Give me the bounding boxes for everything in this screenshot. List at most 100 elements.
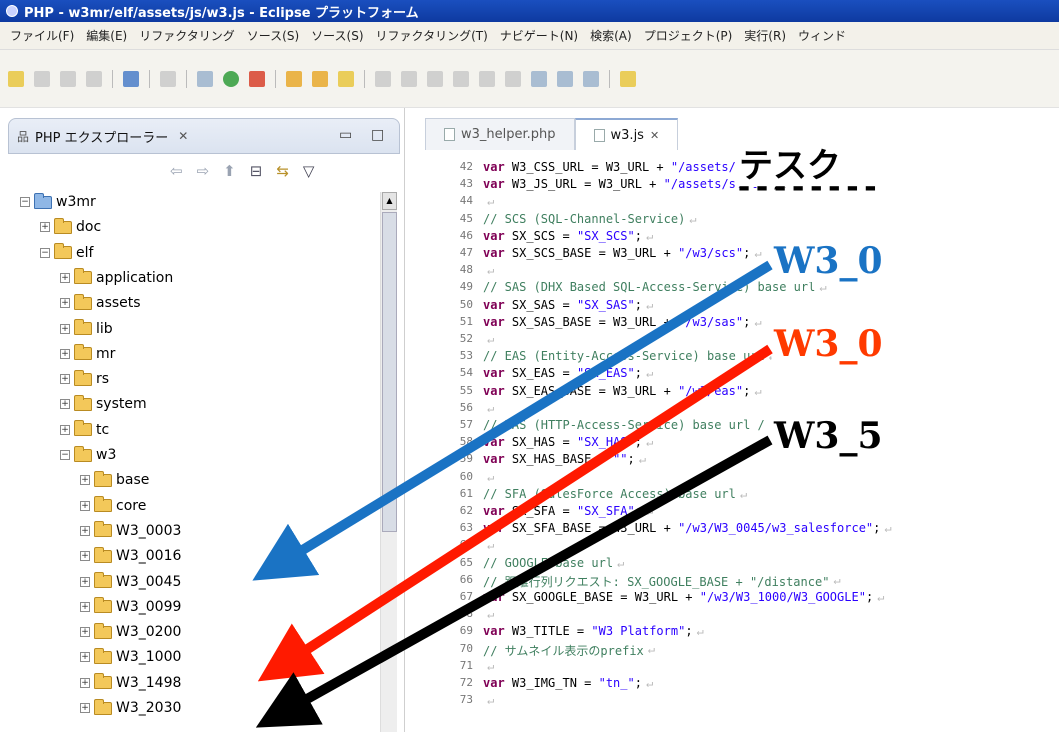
menu-item[interactable]: ソース(S) (241, 27, 305, 44)
pencil-icon[interactable] (453, 70, 469, 87)
menu-item[interactable]: リファクタリング (133, 27, 241, 44)
link-editor-icon[interactable]: ⇆ (276, 162, 289, 180)
tree-item[interactable]: + application (60, 268, 173, 288)
expand-toggle-icon[interactable]: + (80, 627, 90, 638)
expand-toggle-icon[interactable]: − (60, 450, 70, 460)
tree-item[interactable]: + core (80, 496, 146, 516)
expand-toggle-icon[interactable]: + (80, 525, 90, 536)
menu-item[interactable]: 実行(R) (738, 27, 792, 44)
tree-item[interactable]: + W3_0200 (80, 622, 181, 642)
wand-icon[interactable] (338, 70, 354, 87)
tree-item[interactable]: − w3 (60, 445, 116, 465)
tree-item-label: w3 (96, 447, 117, 463)
last-edit-icon[interactable] (531, 70, 547, 87)
tree-item[interactable]: + W3_1000 (80, 647, 181, 667)
new-icon[interactable] (8, 70, 24, 87)
expand-toggle-icon[interactable]: + (80, 500, 90, 511)
toggle-view-icon[interactable] (375, 70, 391, 87)
forward-arrow-icon[interactable]: ⇨ (197, 162, 210, 180)
expand-toggle-icon[interactable]: − (20, 197, 30, 207)
expand-toggle-icon[interactable]: + (80, 551, 90, 562)
view-menu-icon[interactable]: ▽ (303, 162, 315, 180)
minimize-icon[interactable]: ▭ (339, 127, 352, 143)
line-number: 73 (459, 693, 473, 707)
save-icon[interactable] (34, 70, 50, 87)
expand-toggle-icon[interactable]: + (60, 399, 70, 410)
php-explorer-tab[interactable]: 品 PHP エクスプローラー ✕ ▭ □ (8, 118, 400, 154)
save-all-icon[interactable] (60, 70, 76, 87)
forward-icon[interactable] (583, 70, 599, 87)
keyword: var (483, 435, 505, 450)
close-icon[interactable]: ✕ (178, 129, 188, 143)
tree-item[interactable]: + doc (40, 217, 101, 237)
expand-toggle-icon[interactable]: + (80, 601, 90, 612)
menu-item[interactable]: ソース(S) (305, 27, 369, 44)
tree-item[interactable]: + W3_0045 (80, 572, 181, 592)
tree-item[interactable]: + W3_2030 (80, 698, 181, 718)
mark-occurrences-icon[interactable] (427, 70, 443, 87)
scroll-up-icon[interactable]: ▲ (382, 192, 397, 210)
maximize-icon[interactable]: □ (371, 127, 384, 143)
back-icon[interactable] (557, 70, 573, 87)
run-icon[interactable] (223, 70, 239, 87)
expand-toggle-icon[interactable]: + (80, 576, 90, 587)
show-whitespace-icon[interactable] (401, 70, 417, 87)
tree-item[interactable]: + rs (60, 369, 109, 389)
perspective-icon[interactable] (620, 70, 636, 87)
tree-item[interactable]: + W3_1498 (80, 673, 181, 693)
tree-item[interactable]: + assets (60, 293, 141, 313)
print-icon[interactable] (86, 70, 102, 87)
menu-item[interactable]: ウィンド (792, 27, 852, 44)
menu-item[interactable]: 検索(A) (584, 27, 638, 44)
explorer-scrollbar[interactable]: ▲ (380, 192, 397, 732)
expand-toggle-icon[interactable]: + (60, 374, 70, 385)
open-project-icon[interactable] (286, 70, 302, 87)
tab-w3-helper-php[interactable]: w3_helper.php (425, 118, 575, 150)
expand-toggle-icon[interactable]: + (60, 298, 70, 309)
tree-item[interactable]: + W3_0003 (80, 521, 181, 541)
menu-item[interactable]: ナビゲート(N) (494, 27, 584, 44)
debug-icon[interactable] (197, 70, 213, 87)
tree-item[interactable]: − elf (40, 243, 93, 263)
expand-toggle-icon[interactable]: + (60, 272, 70, 283)
external-tools-icon[interactable] (249, 70, 265, 87)
tree-item[interactable]: + W3_0016 (80, 546, 181, 566)
code-line: 68 ↵ (455, 607, 494, 621)
expand-toggle-icon[interactable]: + (40, 222, 50, 233)
code-line: 47 var SX_SCS_BASE = W3_URL + "/w3/scs"; ↵ (455, 246, 762, 260)
close-icon[interactable]: ✕ (650, 129, 659, 142)
open-folder-icon[interactable] (312, 70, 328, 87)
tree-item[interactable]: + base (80, 470, 149, 490)
menu-item[interactable]: プロジェクト(P) (638, 27, 739, 44)
back-arrow-icon[interactable]: ⇦ (170, 162, 183, 180)
expand-toggle-icon[interactable]: + (80, 475, 90, 486)
up-icon[interactable]: ⬆ (223, 162, 236, 180)
tree-item[interactable]: + tc (60, 420, 109, 440)
tree-item[interactable]: + lib (60, 319, 113, 339)
tree-item[interactable]: − w3mr (20, 192, 96, 212)
scrollbar-thumb[interactable] (382, 212, 397, 532)
server-icon[interactable] (123, 70, 139, 87)
menu-item[interactable]: リファクタリング(T) (370, 27, 494, 44)
menu-item[interactable]: 編集(E) (80, 27, 133, 44)
tab-w3-js[interactable]: w3.js ✕ (574, 118, 679, 150)
tree-item[interactable]: + mr (60, 344, 115, 364)
expand-toggle-icon[interactable]: + (60, 424, 70, 435)
expand-toggle-icon[interactable]: + (80, 652, 90, 663)
expand-toggle-icon[interactable]: + (80, 703, 90, 713)
line-number: 56 (459, 400, 473, 414)
code-text: SX_SFA_BASE = W3_URL + (504, 521, 679, 536)
next-annotation-icon[interactable] (479, 70, 495, 87)
code-text: SX_SAS_BASE = W3_URL + (504, 314, 679, 329)
prev-annotation-icon[interactable] (505, 70, 521, 87)
tree-item[interactable]: + system (60, 394, 147, 414)
menu-item[interactable]: ファイル(F) (4, 27, 80, 44)
expand-toggle-icon[interactable]: − (40, 247, 50, 258)
tree-item[interactable]: + W3_0099 (80, 597, 181, 617)
collapse-all-icon[interactable]: ⊟ (250, 162, 263, 180)
expand-toggle-icon[interactable]: + (60, 348, 70, 359)
expand-toggle-icon[interactable]: + (60, 323, 70, 334)
line-number: 55 (459, 383, 473, 397)
skip-breakpoints-icon[interactable] (160, 70, 176, 87)
expand-toggle-icon[interactable]: + (80, 677, 90, 688)
